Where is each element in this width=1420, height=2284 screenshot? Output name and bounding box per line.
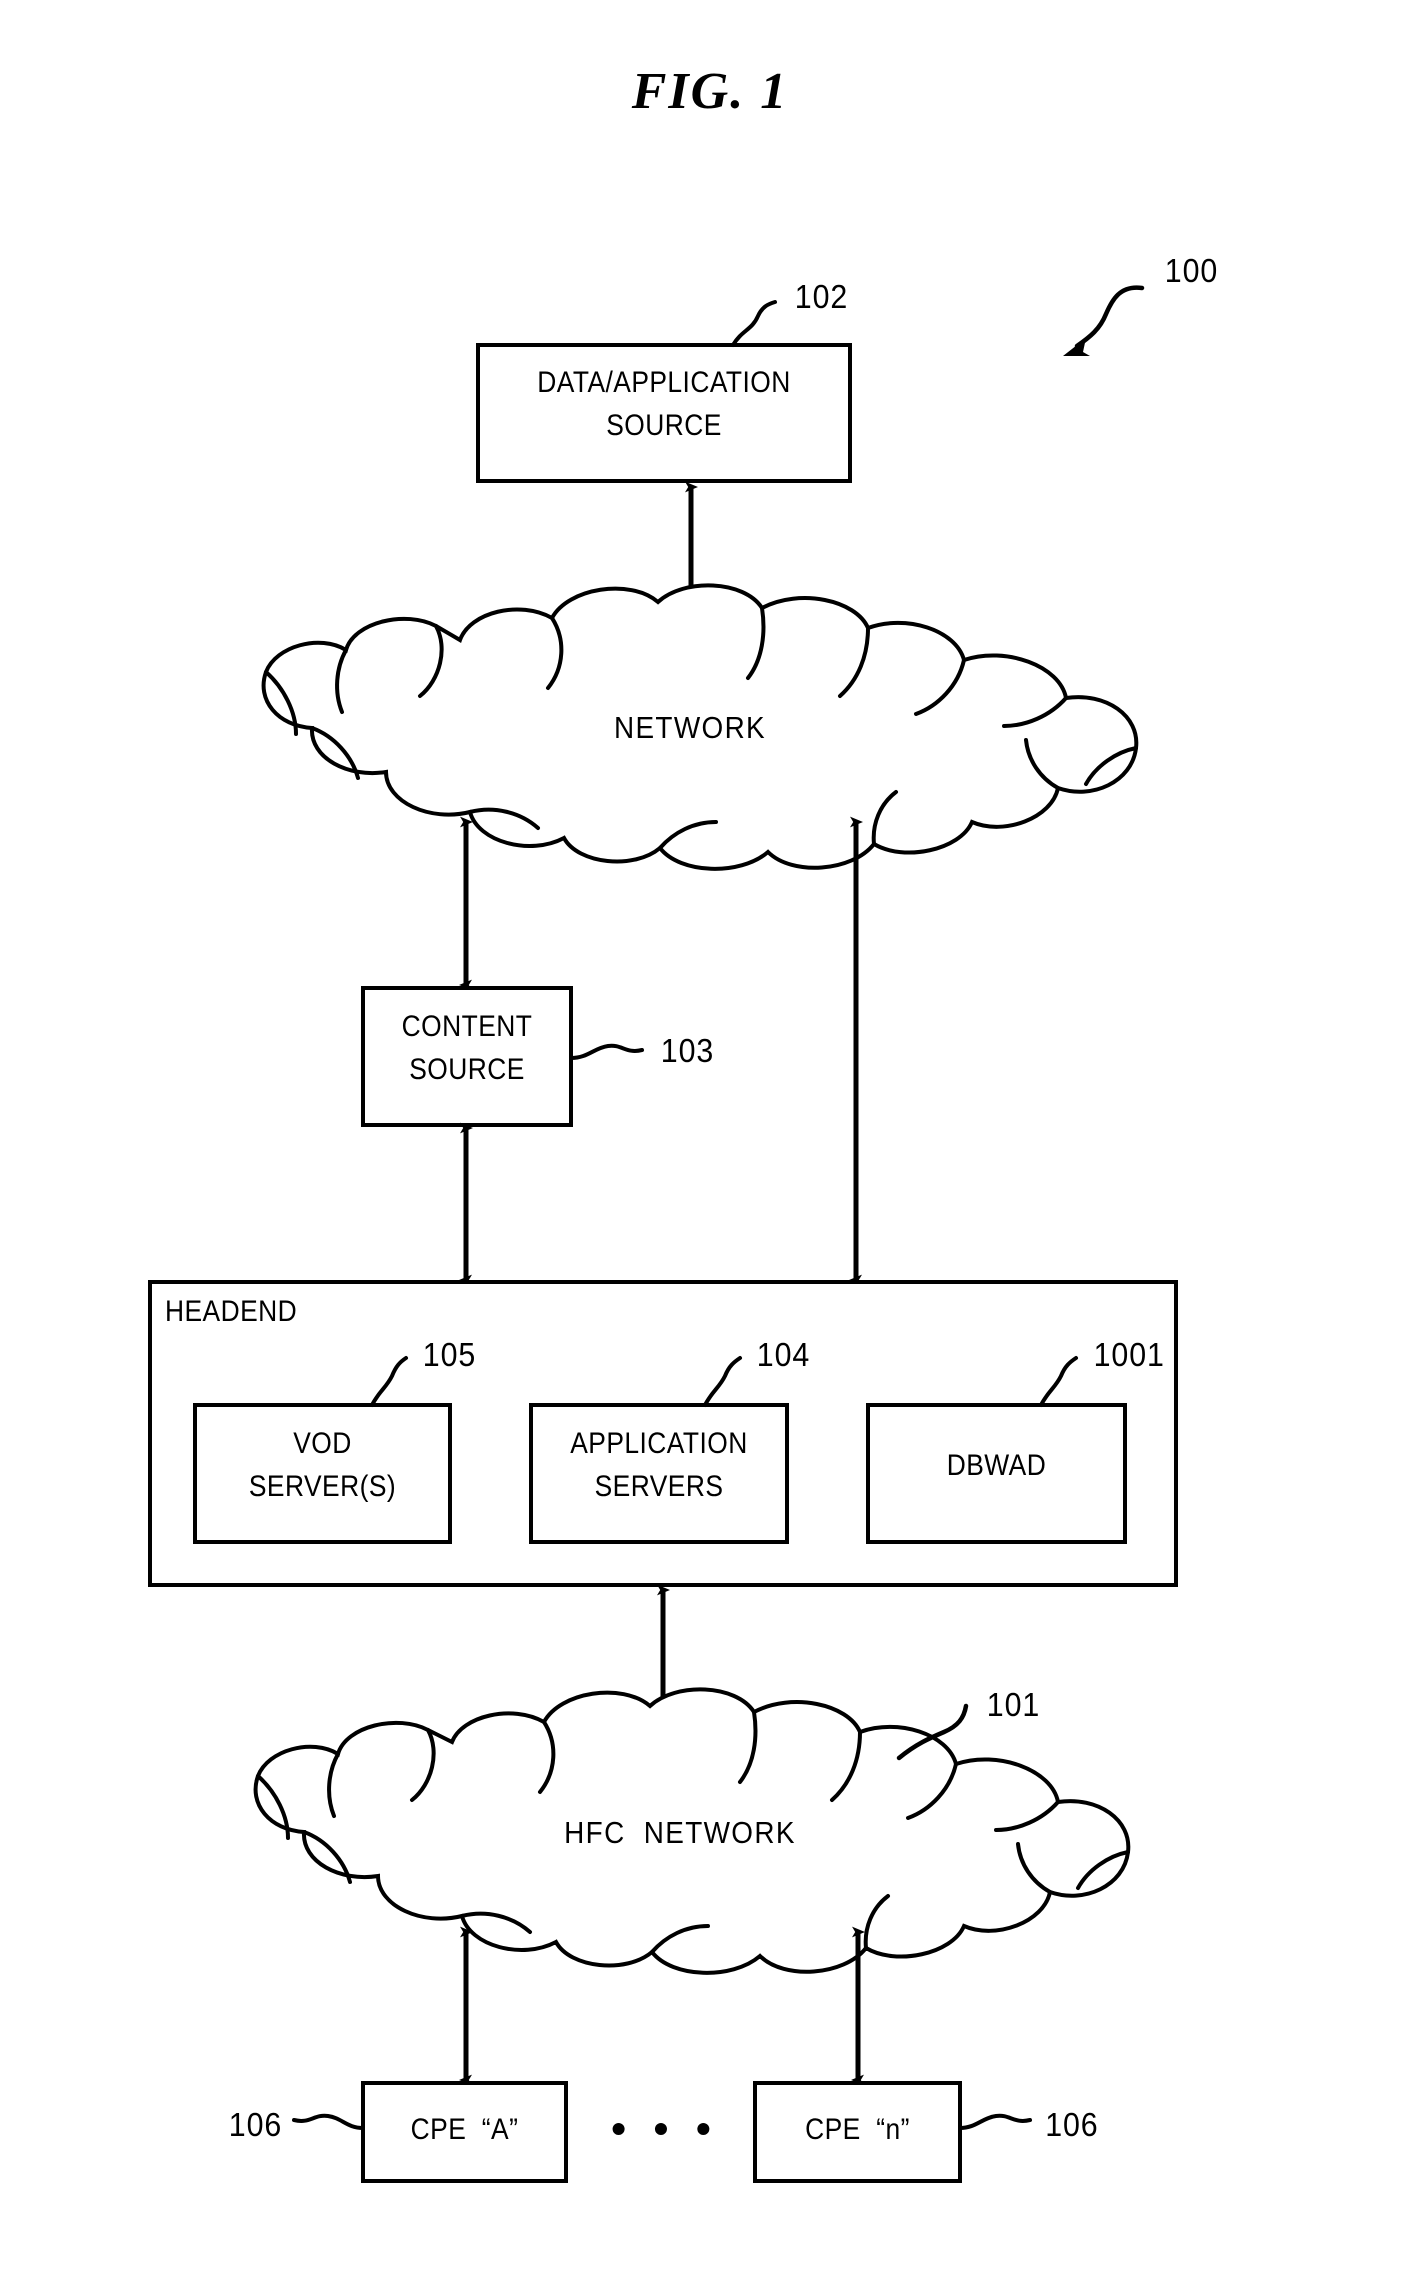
reference-number-1001: 1001 [1093, 1336, 1165, 1373]
reference-number-102: 102 [794, 278, 849, 315]
reference-number-100: 100 [1164, 252, 1219, 289]
hfc-network-cloud-label: HFC NETWORK [564, 1815, 796, 1850]
data-application-source-label-line1: DATA/APPLICATION [537, 366, 791, 399]
dbwad-label: DBWAD [946, 1449, 1047, 1482]
network-cloud-label: NETWORK [613, 710, 767, 745]
content-source-label-line2: SOURCE [409, 1053, 525, 1086]
leader-line-100 [1074, 285, 1145, 349]
application-servers-label-line1: APPLICATION [570, 1427, 748, 1460]
content-source-label-line1: CONTENT [401, 1010, 533, 1043]
application-servers-label-line2: SERVERS [594, 1470, 724, 1503]
reference-number-106-left: 106 [228, 2106, 283, 2143]
headend-label: HEADEND [165, 1295, 298, 1328]
reference-number-101: 101 [986, 1686, 1041, 1723]
vod-server-label-line1: VOD [293, 1427, 352, 1460]
leader-line-102 [731, 300, 777, 347]
reference-number-105: 105 [422, 1336, 477, 1373]
vod-server-label-line2: SERVER(S) [248, 1470, 397, 1503]
leader-line-103 [569, 1043, 644, 1060]
figure-drawing [148, 285, 1178, 2183]
cpe-n-label: CPE “n” [805, 2113, 910, 2146]
reference-number-106-right: 106 [1045, 2106, 1099, 2143]
reference-number-104: 104 [756, 1336, 811, 1373]
patent-figure-page: FIG. 1 100 102 DATA/APPLICATION SOURCE N… [0, 0, 1420, 2284]
cpe-a-label: CPE “A” [410, 2113, 519, 2146]
leader-line-106-right [958, 2113, 1032, 2130]
leader-line-106-left [292, 2113, 365, 2130]
data-application-source-label-line2: SOURCE [606, 409, 722, 442]
ellipsis-between-cpes: • • • [611, 2105, 719, 2152]
reference-number-103: 103 [660, 1032, 715, 1069]
